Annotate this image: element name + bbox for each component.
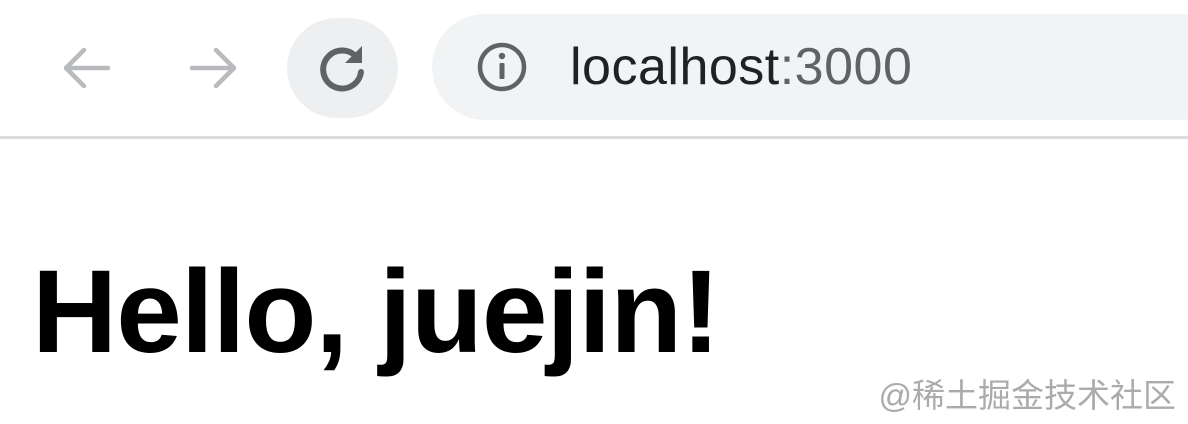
address-host: localhost [570, 38, 780, 96]
reload-icon [319, 46, 364, 92]
arrow-left-icon [63, 47, 111, 89]
address-port: :3000 [779, 38, 913, 96]
info-icon[interactable] [476, 41, 528, 93]
address-text[interactable]: localhost:3000 [570, 34, 912, 100]
browser-toolbar: localhost:3000 [0, 0, 1188, 136]
watermark: @稀土掘金技术社区 [878, 377, 1177, 414]
reload-button[interactable] [287, 18, 398, 118]
page-heading: Hello, juejin! [32, 246, 720, 378]
page-content: Hello, juejin! @稀土掘金技术社区 [0, 139, 1188, 424]
back-button[interactable] [36, 18, 136, 118]
arrow-right-icon [189, 47, 237, 89]
forward-button[interactable] [164, 18, 264, 118]
address-bar[interactable]: localhost:3000 [432, 14, 1188, 120]
